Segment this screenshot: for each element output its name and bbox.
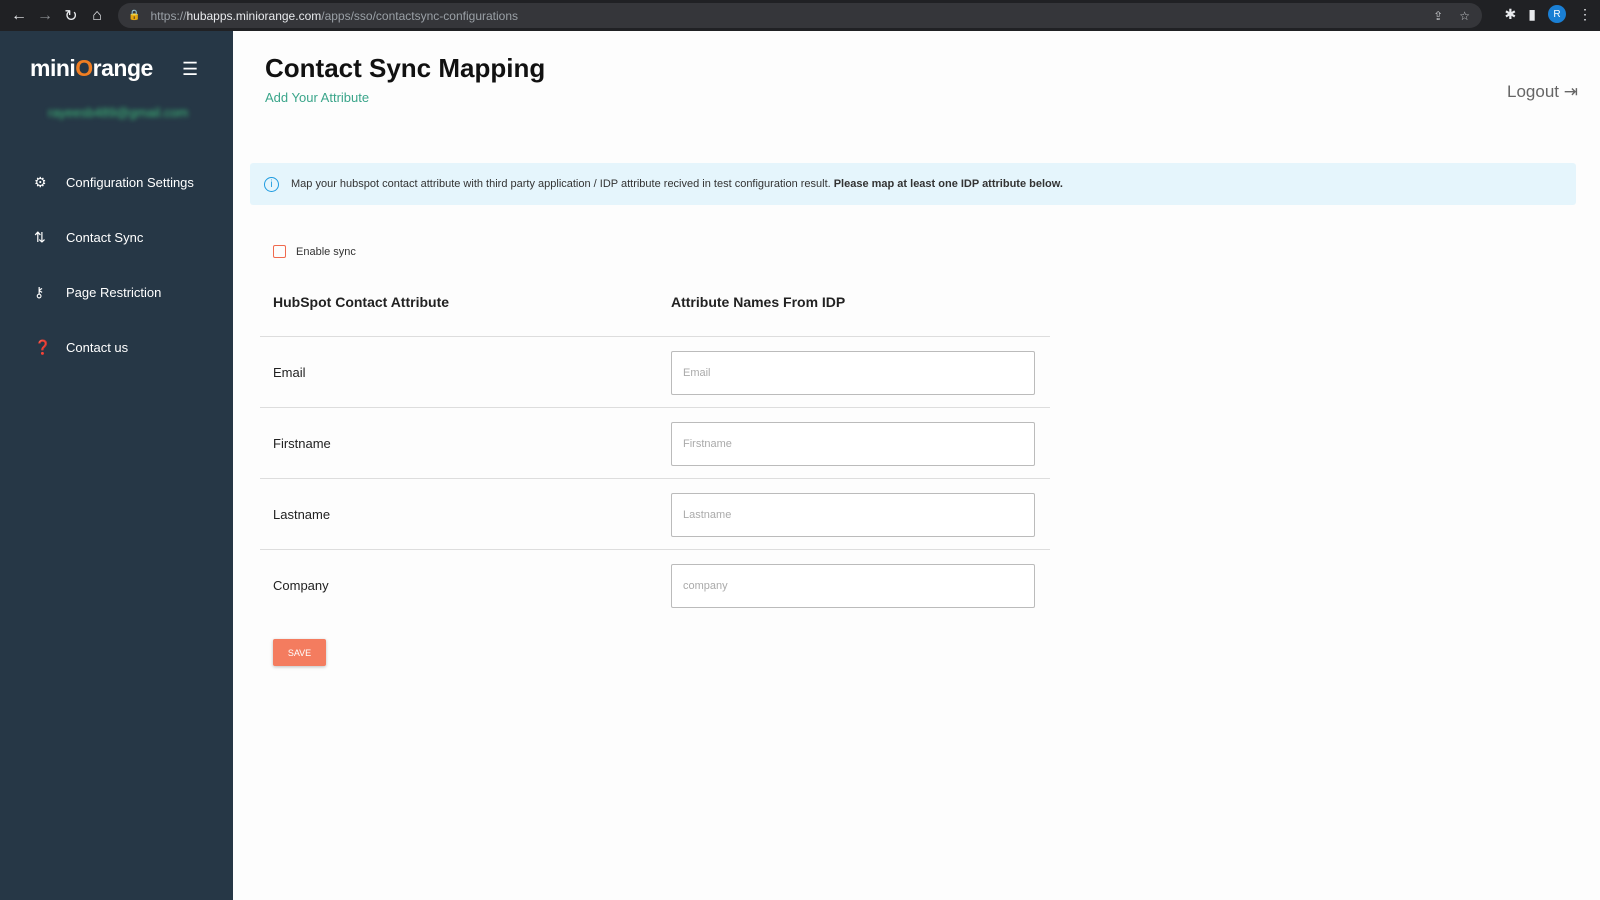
- table-row: Company: [260, 549, 1050, 620]
- company-field[interactable]: [671, 564, 1035, 608]
- row-label: Company: [273, 578, 329, 593]
- lastname-field[interactable]: [671, 493, 1035, 537]
- sync-icon: ⇅: [34, 229, 46, 245]
- browser-toolbar: ← → ↻ ⌂ 🔒 https://hubapps.miniorange.com…: [0, 0, 1600, 31]
- logout-icon: ⇥: [1563, 82, 1578, 101]
- sidebar-item-contact-sync[interactable]: ⇅ Contact Sync: [0, 210, 233, 265]
- home-icon[interactable]: ⌂: [84, 7, 110, 25]
- firstname-field[interactable]: [671, 422, 1035, 466]
- url-path: /apps/sso/contactsync-configurations: [321, 8, 519, 23]
- lock-icon: 🔒: [128, 10, 141, 21]
- key-icon: ⚷: [34, 284, 45, 300]
- back-icon[interactable]: ←: [6, 7, 32, 25]
- sidebar-item-label: Page Restriction: [66, 285, 162, 300]
- banner-text: Map your hubspot contact attribute with …: [291, 178, 831, 190]
- forward-icon[interactable]: →: [32, 7, 58, 25]
- checkbox-label: Enable sync: [296, 245, 356, 258]
- url-host: hubapps.miniorange.com: [186, 8, 322, 23]
- sidebar-item-contact-us[interactable]: ❓ Contact us: [0, 320, 233, 375]
- email-field[interactable]: [671, 351, 1035, 395]
- side-panel-icon[interactable]: ▮: [1528, 6, 1536, 23]
- sidebar-item-configuration-settings[interactable]: ⚙ Configuration Settings: [0, 155, 233, 210]
- profile-avatar[interactable]: R: [1548, 5, 1566, 23]
- miniorange-logo[interactable]: miniOrange: [30, 55, 153, 82]
- kebab-menu-icon[interactable]: ⋮: [1578, 6, 1592, 23]
- enable-sync-checkbox[interactable]: Enable sync: [273, 245, 356, 258]
- banner-bold-text: Please map at least one IDP attribute be…: [833, 178, 1063, 190]
- main-content: Contact Sync Mapping Add Your Attribute …: [233, 31, 1600, 900]
- info-banner: i Map your hubspot contact attribute wit…: [250, 163, 1576, 205]
- row-label: Email: [273, 365, 306, 380]
- extensions-icon[interactable]: ✱: [1505, 6, 1517, 23]
- row-label: Firstname: [273, 436, 331, 451]
- url-prefix: https://: [150, 8, 187, 23]
- logout-button[interactable]: Logout ⇥: [1507, 82, 1578, 102]
- table-row: Email: [260, 336, 1050, 407]
- star-icon[interactable]: ☆: [1459, 9, 1470, 23]
- table-row: Lastname: [260, 478, 1050, 549]
- user-email: rayeesb489@gmail.com: [48, 105, 189, 120]
- sidebar-item-label: Configuration Settings: [66, 175, 194, 190]
- save-button[interactable]: SAVE: [273, 639, 326, 666]
- sidebar-item-page-restriction[interactable]: ⚷ Page Restriction: [0, 265, 233, 320]
- sidebar: miniOrange ☰ rayeesb489@gmail.com ⚙ Confi…: [0, 31, 233, 900]
- info-icon: i: [264, 176, 279, 192]
- sidebar-item-label: Contact Sync: [66, 230, 144, 245]
- row-label: Lastname: [273, 507, 331, 522]
- gear-icon: ⚙: [34, 174, 47, 190]
- help-icon: ❓: [34, 339, 52, 355]
- page-title: Contact Sync Mapping: [265, 53, 546, 83]
- address-bar[interactable]: 🔒 https://hubapps.miniorange.com/apps/ss…: [118, 3, 1482, 28]
- table-row: Firstname: [260, 407, 1050, 478]
- share-icon[interactable]: ⇪: [1433, 9, 1443, 23]
- hamburger-menu-icon[interactable]: ☰: [182, 59, 198, 80]
- checkbox-box[interactable]: [273, 245, 286, 258]
- reload-icon[interactable]: ↻: [58, 6, 84, 26]
- column-header-idp: Attribute Names From IDP: [671, 294, 846, 310]
- add-attribute-link[interactable]: Add Your Attribute: [265, 90, 369, 105]
- sidebar-item-label: Contact us: [66, 340, 129, 355]
- column-header-hubspot: HubSpot Contact Attribute: [273, 294, 450, 310]
